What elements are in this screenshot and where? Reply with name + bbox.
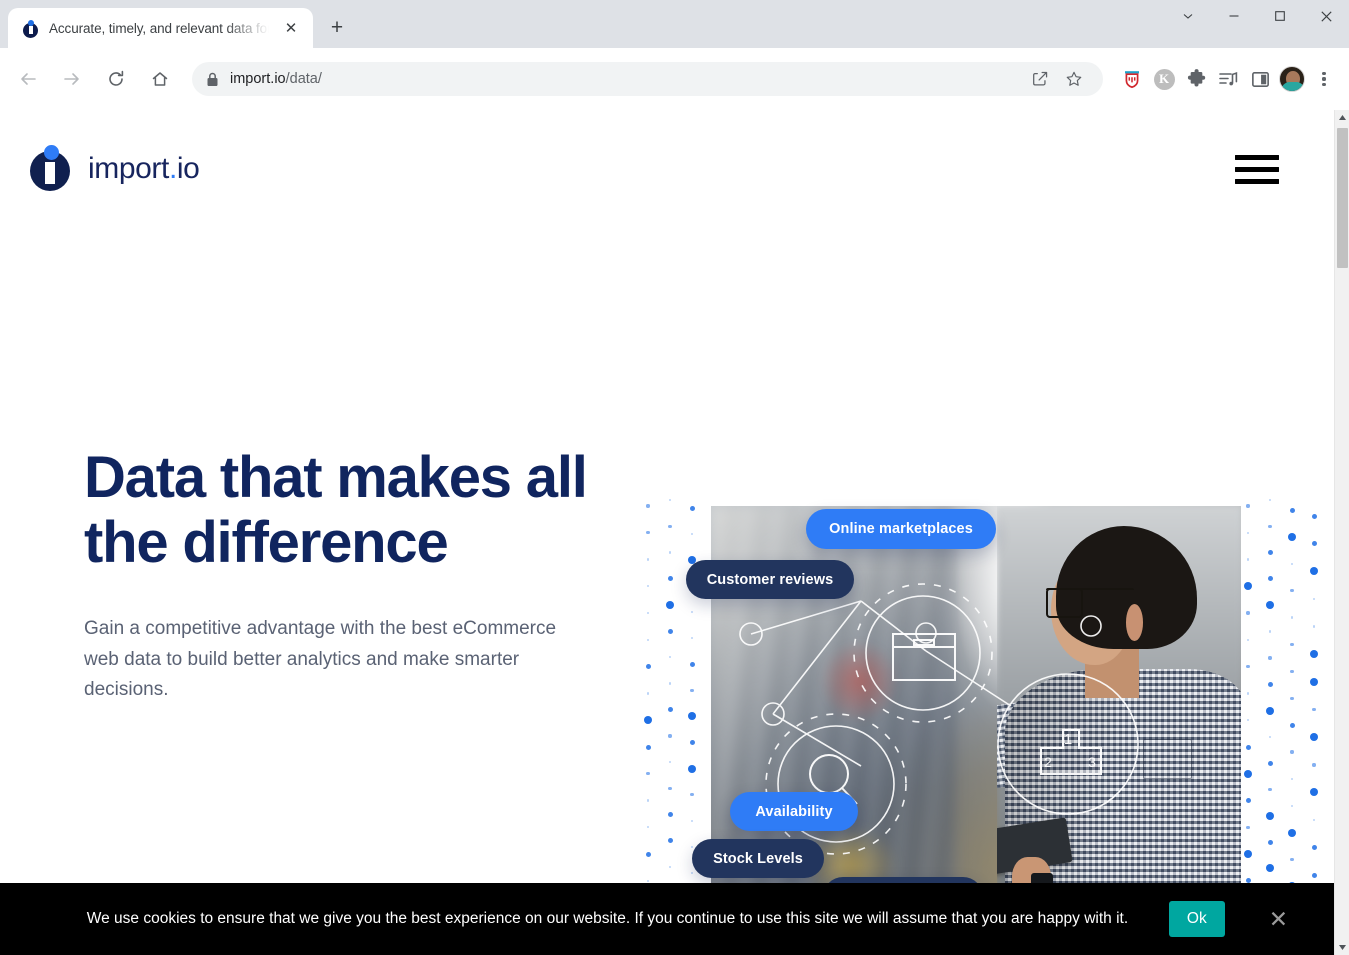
hero-copy: Data that makes all the difference Gain …: [0, 228, 640, 706]
hero-section: Data that makes all the difference Gain …: [0, 228, 1334, 952]
webpage: import.io Data that makes all the differ…: [0, 110, 1334, 955]
close-window-icon[interactable]: [1303, 0, 1349, 32]
person-photo: [997, 506, 1241, 914]
share-icon[interactable]: [1025, 64, 1055, 94]
pill-label: Online marketplaces: [829, 521, 973, 537]
new-tab-button[interactable]: +: [321, 12, 353, 44]
page-title: Data that makes all the difference: [84, 445, 588, 575]
pill-online-marketplaces: Online marketplaces: [806, 509, 996, 549]
cookie-banner: We use cookies to ensure that we give yo…: [0, 883, 1334, 955]
scrollbar-thumb[interactable]: [1337, 128, 1348, 268]
minimize-icon[interactable]: [1211, 0, 1257, 32]
tab-title: Accurate, timely, and relevant data for …: [49, 20, 269, 36]
brand-name: import.io: [88, 152, 200, 186]
forward-arrow-icon[interactable]: [53, 60, 91, 98]
site-header: import.io: [0, 110, 1334, 228]
browser-toolbar: import.io/data/ K: [0, 48, 1349, 110]
omnibox-actions: [1025, 64, 1089, 94]
home-icon[interactable]: [141, 60, 179, 98]
brand-name-main: import: [88, 152, 169, 185]
importio-logo-icon: [30, 145, 70, 193]
cookie-accept-button[interactable]: Ok: [1168, 901, 1225, 937]
media-playlist-icon[interactable]: [1213, 64, 1243, 94]
scroll-down-icon[interactable]: [1335, 940, 1349, 955]
lock-icon[interactable]: [206, 71, 220, 87]
url-text: import.io/data/: [230, 71, 322, 87]
close-tab-icon[interactable]: ✕: [279, 16, 303, 40]
url-path: /data/: [285, 71, 322, 87]
reload-icon[interactable]: [97, 60, 135, 98]
hero-illustration: 1 2 3 Online marketplaces Customer revie…: [640, 228, 1334, 952]
address-bar[interactable]: import.io/data/: [192, 62, 1103, 96]
pill-customer-reviews: Customer reviews: [686, 560, 854, 599]
url-domain: import.io: [230, 71, 286, 87]
tab-strip: Accurate, timely, and relevant data for …: [0, 0, 1349, 48]
brand-name-suffix: io: [176, 152, 200, 185]
pill-label: Availability: [755, 803, 833, 820]
page-viewport: import.io Data that makes all the differ…: [0, 110, 1349, 955]
avatar[interactable]: [1277, 64, 1307, 94]
brand-name-dot: .: [168, 152, 177, 185]
browser-window: Accurate, timely, and relevant data for …: [0, 0, 1349, 955]
cookie-close-icon[interactable]: ✕: [1269, 907, 1288, 931]
window-controls: [1165, 0, 1349, 48]
scroll-up-icon[interactable]: [1335, 110, 1349, 125]
puzzle-extensions-icon[interactable]: [1181, 64, 1211, 94]
page-scrollbar[interactable]: [1334, 110, 1349, 955]
pill-stock-levels: Stock Levels: [692, 839, 824, 878]
maximize-icon[interactable]: [1257, 0, 1303, 32]
honey-extension-icon[interactable]: [1117, 64, 1147, 94]
k-extension-icon[interactable]: K: [1149, 64, 1179, 94]
back-arrow-icon[interactable]: [9, 60, 47, 98]
reading-list-panel-icon[interactable]: [1245, 64, 1275, 94]
browser-tab[interactable]: Accurate, timely, and relevant data for …: [8, 8, 313, 48]
cookie-message: We use cookies to ensure that we give yo…: [86, 910, 1129, 927]
hamburger-menu-icon[interactable]: [1235, 154, 1279, 184]
k-extension-label: K: [1153, 68, 1175, 90]
pill-label: Customer reviews: [706, 571, 834, 588]
pill-availability: Availability: [730, 792, 858, 831]
pill-label: Stock Levels: [713, 850, 803, 867]
importio-favicon-icon: [22, 19, 39, 38]
star-icon[interactable]: [1059, 64, 1089, 94]
extensions-area: K: [1111, 64, 1339, 94]
site-logo[interactable]: import.io: [30, 145, 200, 193]
hero-subtitle: Gain a competitive advantage with the be…: [84, 617, 557, 701]
three-dot-menu-icon[interactable]: [1309, 64, 1339, 94]
chevron-down-icon[interactable]: [1165, 0, 1211, 32]
